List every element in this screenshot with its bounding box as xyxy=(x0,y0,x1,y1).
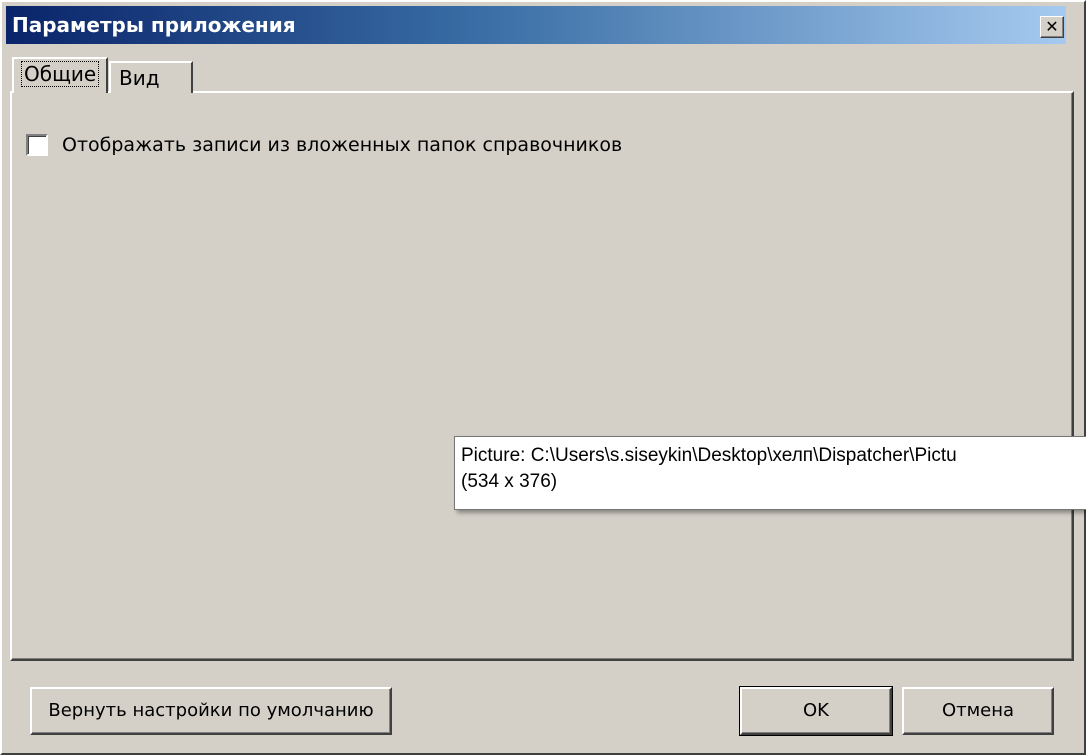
close-icon: ✕ xyxy=(1045,17,1059,36)
settings-dialog: Параметры приложения ✕ Общие Вид Отображ… xyxy=(0,0,1086,755)
show-nested-records-label[interactable]: Отображать записи из вложенных папок спр… xyxy=(62,134,622,156)
tab-view[interactable]: Вид xyxy=(109,61,193,93)
tab-view-label: Вид xyxy=(119,66,160,90)
show-nested-records-checkbox[interactable] xyxy=(26,134,48,156)
title-bar[interactable]: Параметры приложения xyxy=(6,6,1066,44)
cancel-button[interactable]: Отмена xyxy=(902,687,1054,735)
close-button[interactable]: ✕ xyxy=(1040,16,1064,38)
tab-panel-general xyxy=(10,91,1074,661)
show-nested-records-option[interactable]: Отображать записи из вложенных папок спр… xyxy=(26,132,622,158)
picture-tooltip: Picture: C:\Users\s.siseykin\Desktop\хел… xyxy=(454,436,1086,510)
ok-button[interactable]: OK xyxy=(739,686,893,736)
tab-general-label: Общие xyxy=(20,61,100,87)
reset-defaults-button[interactable]: Вернуть настройки по умолчанию xyxy=(30,687,392,735)
tab-general[interactable]: Общие xyxy=(12,57,108,93)
dialog-title: Параметры приложения xyxy=(12,13,296,37)
tooltip-path: Picture: C:\Users\s.siseykin\Desktop\хел… xyxy=(461,445,957,466)
tooltip-dimensions: (534 x 376) xyxy=(461,471,558,492)
